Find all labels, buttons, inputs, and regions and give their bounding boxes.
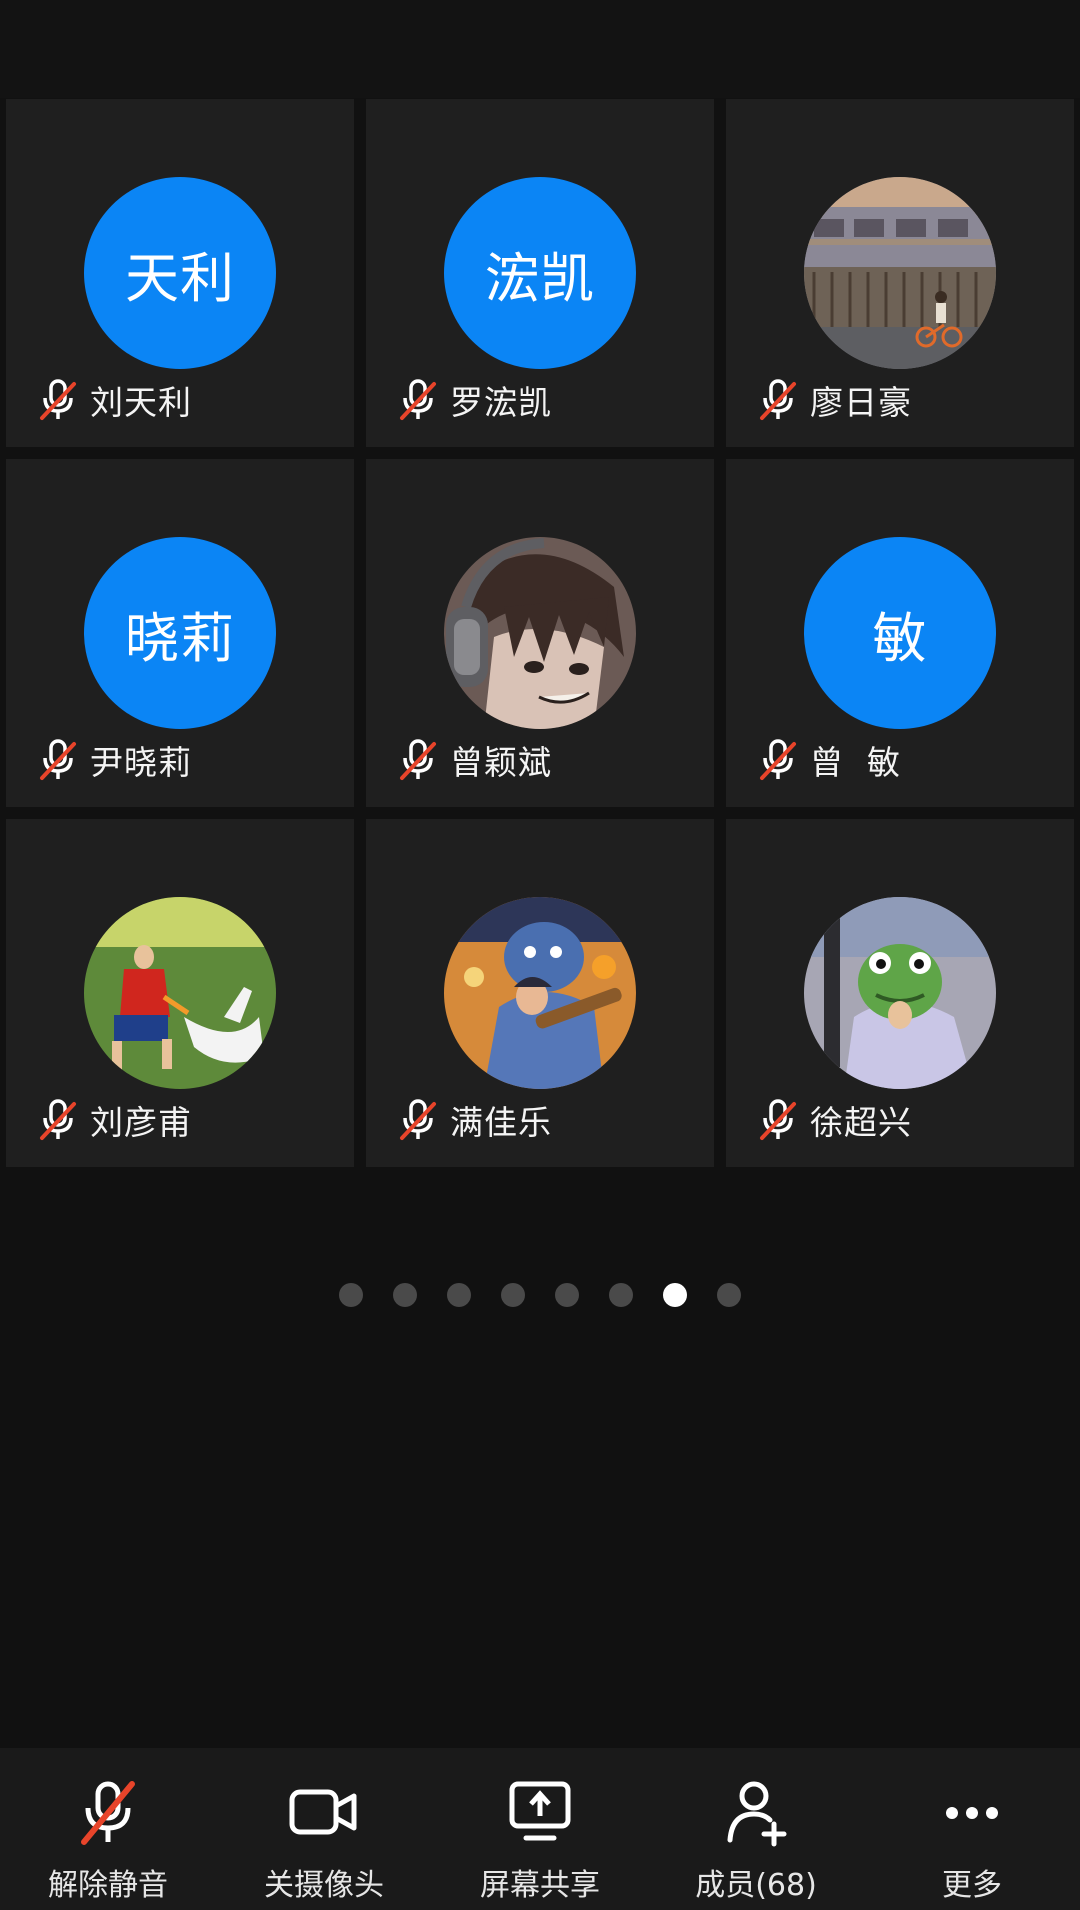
members-button[interactable]: 成员(68) xyxy=(648,1748,864,1910)
participant-name-row: 刘彦甫 xyxy=(38,1097,192,1143)
video-camera-icon xyxy=(289,1789,357,1835)
participant-name: 廖日豪 xyxy=(810,383,912,422)
screen-share-button[interactable]: 屏幕共享 xyxy=(432,1748,648,1910)
avatar: 敏 xyxy=(804,537,996,729)
mic-muted-icon xyxy=(400,379,436,420)
participant-name-row: 罗浤凯 xyxy=(398,377,552,423)
mic-muted-icon xyxy=(760,739,796,780)
participant-name-row: 尹晓莉 xyxy=(38,737,192,783)
mic-muted-icon xyxy=(760,379,796,420)
participant-tile[interactable]: 曾颖斌 xyxy=(366,459,714,807)
page-dot-active[interactable] xyxy=(663,1283,687,1307)
page-dot[interactable] xyxy=(339,1283,363,1307)
meeting-screen: 天利 刘天利 浤凯 罗浤凯 廖日豪 晓莉 尹晓莉 曾颖斌 敏 曾 敏 刘彦甫 满… xyxy=(0,0,1080,1910)
participant-name-row: 曾 敏 xyxy=(758,737,901,783)
page-dot[interactable] xyxy=(447,1283,471,1307)
participant-tile[interactable]: 廖日豪 xyxy=(726,99,1074,447)
members-label: 成员(68) xyxy=(695,1868,817,1903)
page-dot[interactable] xyxy=(501,1283,525,1307)
camera-off-button[interactable]: 关摄像头 xyxy=(216,1748,432,1910)
status-bar-area xyxy=(0,0,1080,98)
avatar: 浤凯 xyxy=(444,177,636,369)
participant-tile[interactable]: 天利 刘天利 xyxy=(6,99,354,447)
participant-tile[interactable]: 敏 曾 敏 xyxy=(726,459,1074,807)
participant-name: 满佳乐 xyxy=(450,1103,552,1142)
avatar-photo xyxy=(804,897,996,1089)
camera-off-label: 关摄像头 xyxy=(264,1868,384,1903)
page-dot[interactable] xyxy=(555,1283,579,1307)
page-dot[interactable] xyxy=(393,1283,417,1307)
participant-tile[interactable]: 浤凯 罗浤凯 xyxy=(366,99,714,447)
participant-name: 尹晓莉 xyxy=(90,743,192,782)
game-character-image xyxy=(444,897,636,1089)
avatar-initials: 敏 xyxy=(872,606,928,670)
participant-name: 刘天利 xyxy=(90,383,192,422)
participant-name-row: 徐超兴 xyxy=(758,1097,912,1143)
avatar-photo xyxy=(444,537,636,729)
participant-tile[interactable]: 晓莉 尹晓莉 xyxy=(6,459,354,807)
screen-share-icon xyxy=(509,1781,571,1841)
more-label: 更多 xyxy=(942,1868,1002,1903)
add-person-icon xyxy=(727,1781,787,1847)
mic-muted-icon xyxy=(400,739,436,780)
avatar-photo xyxy=(444,897,636,1089)
mic-muted-icon xyxy=(760,1099,796,1140)
street-photo-image xyxy=(804,177,996,369)
participant-name: 徐超兴 xyxy=(810,1103,912,1142)
participant-name: 刘彦甫 xyxy=(90,1103,192,1142)
participant-name-row: 刘天利 xyxy=(38,377,192,423)
ellipsis-icon xyxy=(946,1807,998,1819)
unmute-label: 解除静音 xyxy=(48,1868,168,1903)
participant-grid: 天利 刘天利 浤凯 罗浤凯 廖日豪 晓莉 尹晓莉 曾颖斌 敏 曾 敏 刘彦甫 满… xyxy=(6,99,1074,1167)
page-dot[interactable] xyxy=(609,1283,633,1307)
meeting-toolbar: 解除静音 关摄像头 屏幕共享 成员(68) 更多 xyxy=(0,1748,1080,1910)
anime-character-image xyxy=(444,537,636,729)
avatar-photo xyxy=(84,897,276,1089)
mic-muted-icon xyxy=(400,1099,436,1140)
participant-name: 曾颖斌 xyxy=(450,743,552,782)
frog-mask-image xyxy=(804,897,996,1089)
participant-tile[interactable]: 刘彦甫 xyxy=(6,819,354,1167)
mic-muted-icon xyxy=(81,1781,135,1845)
page-indicator[interactable] xyxy=(0,1283,1080,1307)
participant-name-row: 满佳乐 xyxy=(398,1097,552,1143)
unmute-button[interactable]: 解除静音 xyxy=(0,1748,216,1910)
avatar-initials: 天利 xyxy=(125,246,235,310)
boy-goose-image xyxy=(84,897,276,1089)
avatar-initials: 晓莉 xyxy=(125,606,235,670)
avatar-photo xyxy=(804,177,996,369)
mic-muted-icon xyxy=(40,379,76,420)
participant-tile[interactable]: 满佳乐 xyxy=(366,819,714,1167)
participant-tile[interactable]: 徐超兴 xyxy=(726,819,1074,1167)
participant-name-row: 廖日豪 xyxy=(758,377,912,423)
more-button[interactable]: 更多 xyxy=(864,1748,1080,1910)
mic-muted-icon xyxy=(40,1099,76,1140)
participant-name-row: 曾颖斌 xyxy=(398,737,552,783)
mic-muted-icon xyxy=(40,739,76,780)
participant-name: 曾 敏 xyxy=(810,743,901,782)
avatar-initials: 浤凯 xyxy=(485,246,595,310)
screen-share-label: 屏幕共享 xyxy=(480,1868,600,1903)
avatar: 天利 xyxy=(84,177,276,369)
avatar: 晓莉 xyxy=(84,537,276,729)
page-dot[interactable] xyxy=(717,1283,741,1307)
participant-name: 罗浤凯 xyxy=(450,383,552,422)
